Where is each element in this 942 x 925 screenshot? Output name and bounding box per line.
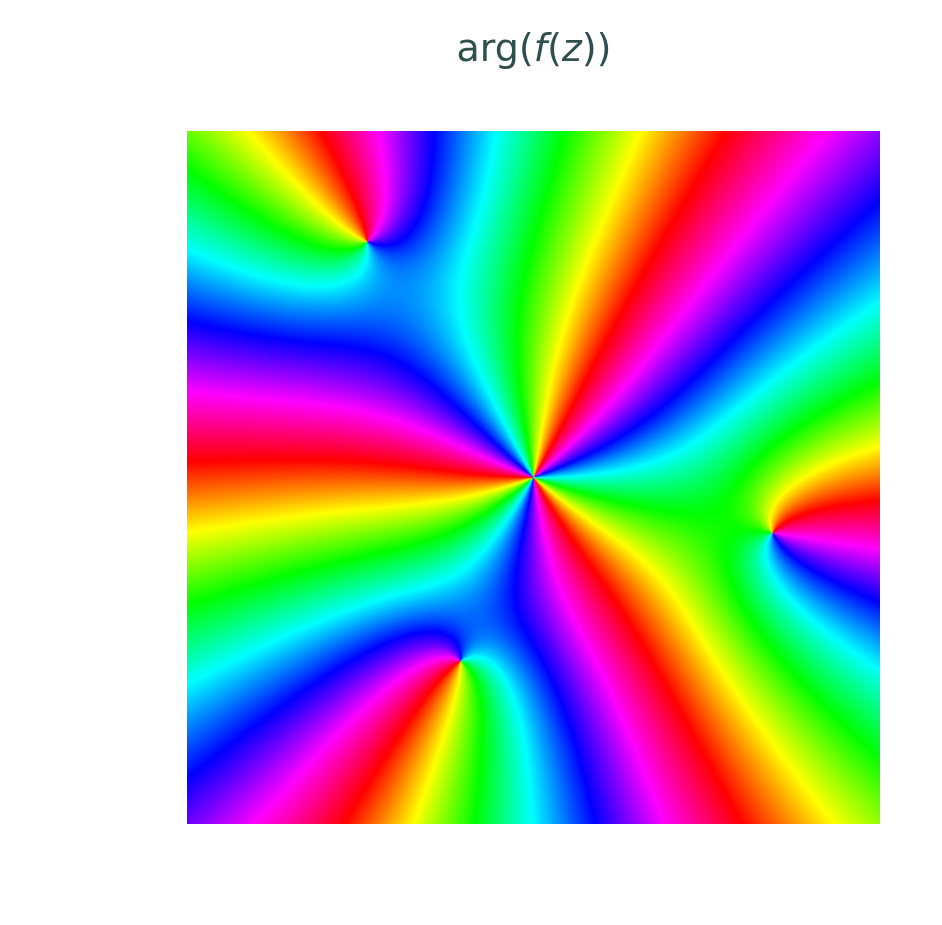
title-argument-symbol: z <box>561 26 582 70</box>
title-function-symbol: f <box>533 26 548 70</box>
title-close-parens: )) <box>581 26 612 70</box>
phase-plot-heatmap <box>187 131 880 824</box>
figure: arg(f(z)) <box>0 0 942 925</box>
title-open-paren: ( <box>547 26 562 70</box>
title-prefix: arg( <box>456 26 534 70</box>
chart-title: arg(f(z)) <box>384 26 684 72</box>
